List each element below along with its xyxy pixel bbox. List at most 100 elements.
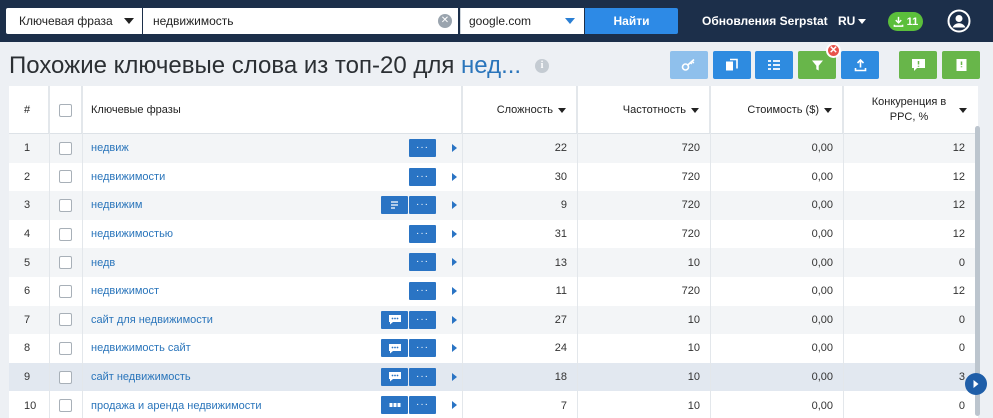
keyword-cell: недвижимость сайт (91, 334, 381, 363)
keyword-action-button[interactable] (381, 339, 408, 358)
chat-icon (388, 314, 402, 325)
key-button[interactable] (670, 51, 708, 79)
cost-cell: 0,00 (811, 285, 833, 298)
header-volume[interactable]: Частотность (577, 86, 710, 134)
play-icon[interactable] (452, 372, 457, 381)
competition-cell: 0 (958, 342, 965, 355)
table-row[interactable]: 4 недвижимостью ··· 31 720 0,00 12 (9, 220, 978, 249)
row-checkbox[interactable] (59, 227, 72, 241)
header-cost[interactable]: Стоимость ($) (710, 86, 843, 134)
updates-link[interactable]: Обновления Serpstat (702, 14, 828, 28)
cost-cell: 0,00 (811, 142, 833, 155)
table-row[interactable]: 9 сайт недвижимость ··· 18 10 0,00 3 (9, 362, 978, 392)
row-checkbox[interactable] (59, 313, 72, 327)
keyword-more-button[interactable]: ··· (409, 282, 436, 300)
keyword-more-button[interactable]: ··· (409, 167, 436, 186)
keyword-link[interactable]: недвиж (91, 142, 129, 154)
play-icon[interactable] (452, 144, 457, 152)
expand-panel-button[interactable] (965, 373, 987, 395)
download-icon (893, 16, 904, 27)
keyword-more-button[interactable]: ··· (409, 339, 436, 358)
guide-button[interactable] (942, 51, 980, 79)
table-row[interactable]: 8 недвижимость сайт ··· 24 10 0,00 0 (9, 334, 978, 363)
play-icon[interactable] (452, 258, 457, 267)
row-checkbox[interactable] (59, 141, 72, 155)
play-icon[interactable] (452, 229, 457, 238)
difficulty-cell: 30 (554, 170, 567, 183)
row-checkbox[interactable] (59, 198, 72, 212)
keyword-action-button[interactable] (381, 396, 408, 415)
play-icon[interactable] (452, 315, 457, 324)
keyword-link[interactable]: недв (91, 257, 115, 269)
keyword-action-button[interactable] (381, 367, 408, 386)
keyword-more-button[interactable]: ··· (409, 367, 436, 386)
database-select[interactable]: google.com (460, 8, 584, 34)
feedback-button[interactable] (899, 51, 937, 79)
page-title-keyword[interactable]: нед... (461, 52, 521, 79)
select-all-checkbox[interactable] (58, 103, 72, 117)
keyword-link[interactable]: недвижимост (91, 285, 159, 297)
keyword-more-button[interactable]: ··· (409, 139, 436, 157)
difficulty-cell: 7 (560, 399, 567, 412)
row-checkbox-cell (49, 134, 82, 163)
row-checkbox[interactable] (59, 256, 72, 270)
row-checkbox[interactable] (59, 284, 72, 298)
user-avatar-icon[interactable] (947, 9, 971, 33)
play-icon[interactable] (452, 344, 457, 353)
keyword-link[interactable]: недвижимость сайт (91, 342, 191, 354)
play-icon[interactable] (452, 172, 457, 181)
keyword-link[interactable]: сайт недвижимость (91, 371, 191, 383)
table-row[interactable]: 10 продажа и аренда недвижимости ··· 7 10 0,0… (9, 391, 978, 418)
keyword-link[interactable]: недвижимостью (91, 228, 173, 240)
keyword-link[interactable]: продажа и аренда недвижимости (91, 400, 261, 412)
find-button[interactable]: Найти (585, 8, 678, 34)
play-icon[interactable] (452, 201, 457, 210)
keyword-more-button[interactable]: ··· (409, 310, 436, 329)
export-button[interactable] (841, 51, 879, 79)
keyword-action-button[interactable] (381, 196, 408, 215)
row-number: 2 (24, 170, 31, 183)
search-type-value: Ключевая фраза (19, 14, 113, 28)
table-row[interactable]: 7 сайт для недвижимости ··· 27 10 0,00 0 (9, 305, 978, 335)
keyword-link[interactable]: сайт для недвижимости (91, 314, 213, 326)
table-row[interactable]: 5 недв ··· 13 10 0,00 0 (9, 248, 978, 277)
row-checkbox[interactable] (59, 399, 72, 413)
table-row[interactable]: 1 недвиж ··· 22 720 0,00 12 (9, 134, 978, 163)
clear-search-icon[interactable]: ✕ (438, 14, 452, 28)
play-icon[interactable] (452, 401, 457, 410)
info-icon[interactable]: i (535, 59, 549, 73)
keyword-more-button[interactable]: ··· (409, 196, 436, 215)
keyword-more-button[interactable]: ··· (409, 224, 436, 243)
keyword-link[interactable]: недвижимости (91, 171, 165, 183)
table-row[interactable]: 3 недвижим ··· 9 720 0,00 12 (9, 191, 978, 220)
row-number: 3 (24, 199, 31, 212)
header-competition[interactable]: Конкуренция в PPC, % (843, 86, 971, 134)
search-input[interactable] (143, 8, 458, 34)
row-checkbox[interactable] (59, 170, 72, 184)
row-number: 10 (24, 399, 37, 412)
keyword-more-button[interactable]: ··· (409, 396, 436, 415)
keyword-link[interactable]: недвижим (91, 199, 142, 211)
row-checkbox[interactable] (59, 370, 72, 384)
row-checkbox[interactable] (59, 341, 72, 355)
copy-button[interactable] (713, 51, 751, 79)
remove-filter-icon[interactable]: ✕ (826, 43, 841, 58)
column-divider (49, 86, 50, 418)
header-difficulty[interactable]: Сложность (462, 86, 577, 134)
volume-cell: 720 (681, 199, 700, 212)
table-row[interactable]: 2 недвижимости ··· 30 720 0,00 12 (9, 163, 978, 192)
language-select[interactable]: RU (838, 14, 867, 28)
row-number: 5 (24, 256, 31, 269)
search-type-select[interactable]: Ключевая фраза (6, 8, 142, 34)
table-row[interactable]: 6 недвижимост ··· 11 720 0,00 12 (9, 277, 978, 306)
downloads-badge[interactable]: 11 (888, 12, 923, 31)
keyword-more-button[interactable]: ··· (409, 253, 436, 272)
header-competition-label: Конкуренция в PPC, % (871, 96, 947, 123)
play-icon[interactable] (452, 287, 457, 295)
competition-cell: 0 (958, 313, 965, 326)
keyword-action-button[interactable] (381, 310, 408, 329)
book-icon (956, 59, 966, 71)
columns-button[interactable] (755, 51, 793, 79)
language-value: RU (838, 14, 856, 28)
keywords-table: # Ключевые фразы Сложность Частотность С… (9, 86, 980, 418)
